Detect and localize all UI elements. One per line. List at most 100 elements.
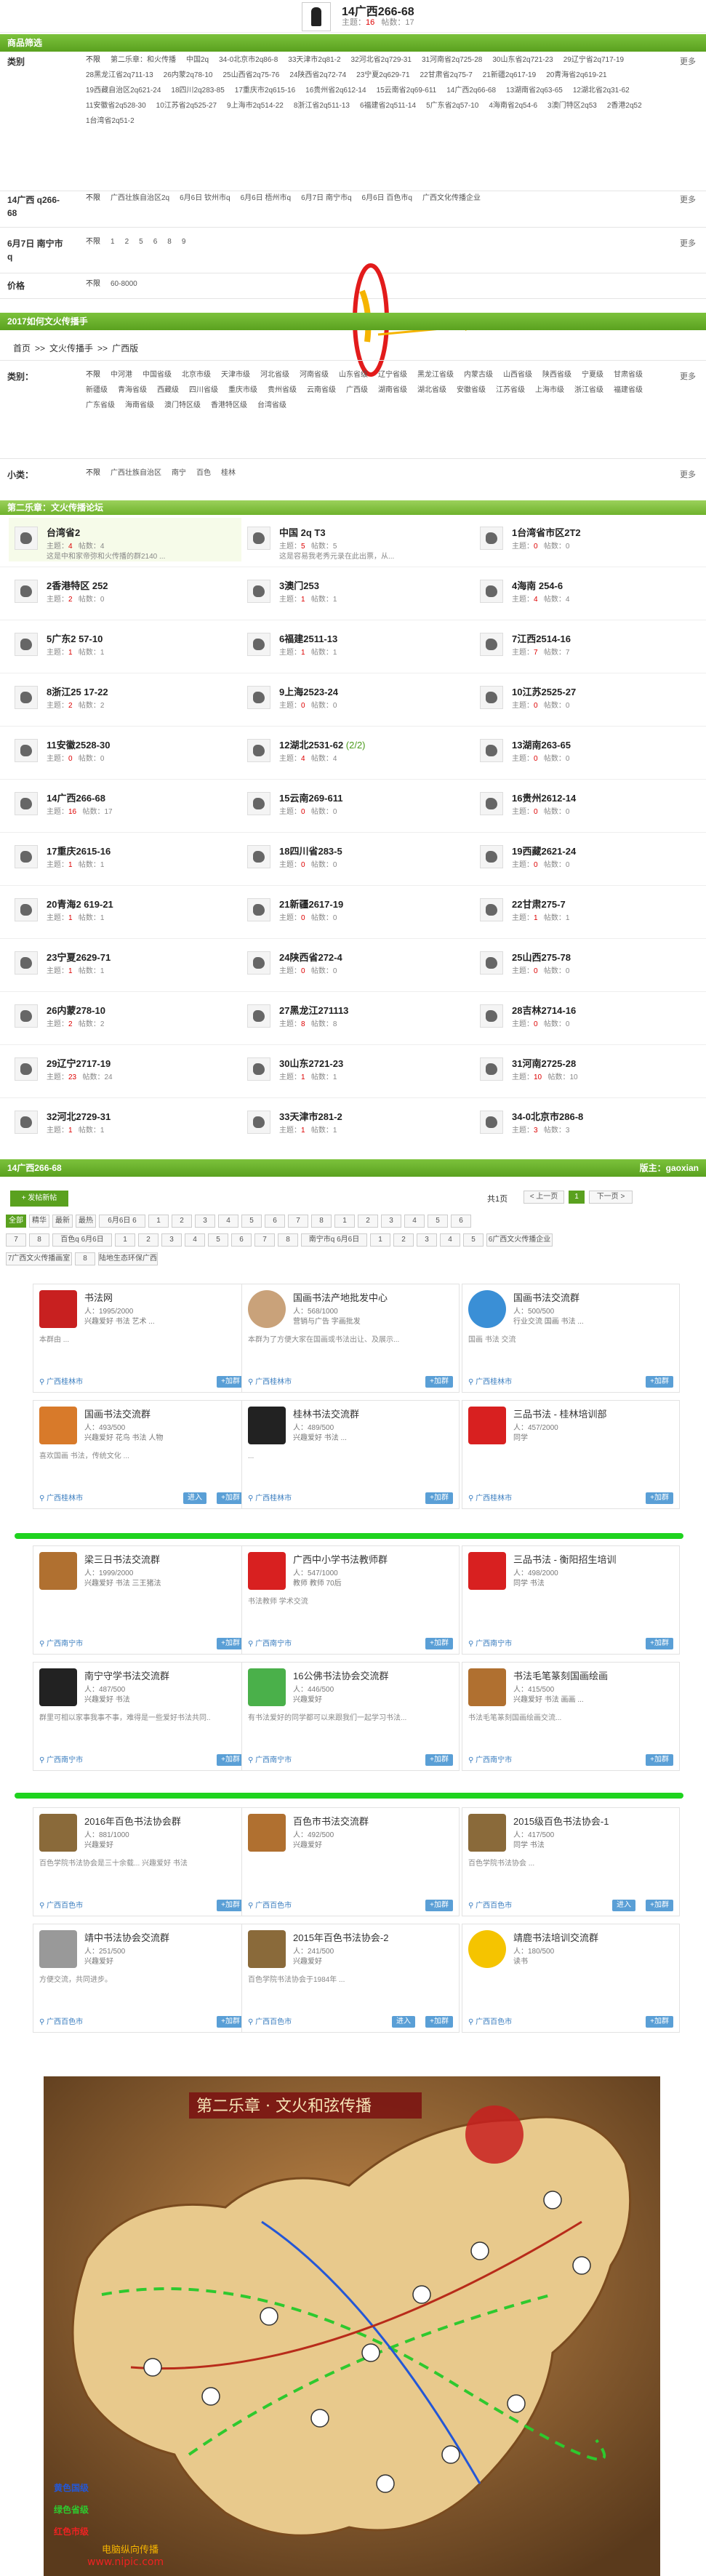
class-option-9[interactable]: 黑龙江省级 bbox=[417, 368, 454, 383]
forum-name[interactable]: 23宁夏2629-71 bbox=[47, 950, 111, 964]
tab2-11[interactable]: 南宁市q 6月6日 bbox=[301, 1233, 367, 1247]
class-option-16[interactable]: 青海省级 bbox=[118, 383, 147, 398]
tab2-7[interactable]: 5 bbox=[208, 1233, 228, 1247]
tab2-13[interactable]: 2 bbox=[393, 1233, 414, 1247]
tab-6[interactable]: 2 bbox=[172, 1215, 192, 1228]
forum-item[interactable]: 24陕西省272-4 主题：0 帖数：0 bbox=[241, 943, 474, 986]
forum-item[interactable]: 16贵州2612-14 主题：0 帖数：0 bbox=[474, 783, 706, 827]
group-name[interactable]: 百色市书法交流群 bbox=[293, 1814, 369, 1828]
tab-2[interactable]: 最新 bbox=[52, 1215, 73, 1228]
region-option-1[interactable]: 广西壮族自治区2q bbox=[111, 191, 169, 206]
category-option-25[interactable]: 11安徽省2q528-30 bbox=[86, 99, 146, 113]
group-name[interactable]: 2015级百色书法协会-1 bbox=[513, 1814, 609, 1828]
date-option-4[interactable]: 6 bbox=[153, 235, 158, 249]
group-name[interactable]: 梁三日书法交流群 bbox=[84, 1552, 160, 1566]
category-option-3[interactable]: 34-0北京市2q86-8 bbox=[219, 53, 278, 68]
forum-name[interactable]: 34-0北京市286-8 bbox=[512, 1109, 583, 1123]
class-option-22[interactable]: 广西级 bbox=[346, 383, 368, 398]
group-name[interactable]: 国画书法交流群 bbox=[513, 1290, 579, 1304]
price-option-1[interactable]: 60-8000 bbox=[111, 277, 137, 292]
forum-name[interactable]: 6福建2511-13 bbox=[279, 631, 337, 645]
tab2-14[interactable]: 3 bbox=[417, 1233, 437, 1247]
group-card[interactable]: 16公佛书法协会交流群 人：446/500 兴趣爱好 有书法爱好的同学都可以来跟我们一… bbox=[241, 1662, 460, 1771]
class-option-24[interactable]: 湖北省级 bbox=[417, 383, 446, 398]
forum-item[interactable]: 34-0北京市286-8 主题：3 帖数：3 bbox=[474, 1102, 706, 1145]
tab-10[interactable]: 6 bbox=[265, 1215, 285, 1228]
class-option-26[interactable]: 江苏省级 bbox=[496, 383, 525, 398]
tab-16[interactable]: 4 bbox=[404, 1215, 425, 1228]
current-page[interactable]: 1 bbox=[569, 1191, 585, 1204]
forum-name[interactable]: 15云南269-611 bbox=[279, 791, 342, 804]
forum-item[interactable]: 11安徽2528-30 主题：0 帖数：0 bbox=[9, 730, 241, 774]
group-name[interactable]: 靖鹿书法培训交流群 bbox=[513, 1930, 598, 1944]
class-option-8[interactable]: 辽宁省级 bbox=[378, 368, 407, 383]
date-option-1[interactable]: 1 bbox=[111, 235, 115, 249]
forum-name[interactable]: 33天津市281-2 bbox=[279, 1109, 342, 1123]
forum-name[interactable]: 20青海2 619-21 bbox=[47, 897, 113, 911]
forum-name[interactable]: 32河北2729-31 bbox=[47, 1109, 111, 1123]
tab2-17[interactable]: 6广西文火传播企业 bbox=[486, 1233, 553, 1247]
forum-item[interactable]: 1台湾省市区2T2 主题：0 帖数：0 bbox=[474, 518, 706, 561]
category-option-8[interactable]: 29辽宁省2q717-19 bbox=[563, 53, 624, 68]
forum-item[interactable]: 25山西275-78 主题：0 帖数：0 bbox=[474, 943, 706, 986]
join-button[interactable]: +加群 bbox=[425, 1754, 453, 1766]
join-button[interactable]: +加群 bbox=[646, 1376, 673, 1388]
date-option-2[interactable]: 2 bbox=[125, 235, 129, 249]
group-card[interactable]: 2016年百色书法协会群 人：881/1000 兴趣爱好 百色学院书法协会是三十余载.… bbox=[33, 1807, 251, 1916]
join-button[interactable]: +加群 bbox=[425, 1492, 453, 1504]
forum-item[interactable]: 31河南2725-28 主题：10 帖数：10 bbox=[474, 1049, 706, 1092]
category-option-4[interactable]: 33天津市2q81-2 bbox=[288, 53, 340, 68]
tab3-1[interactable]: 8 bbox=[75, 1252, 95, 1265]
tab-0[interactable]: 全部 bbox=[6, 1215, 26, 1228]
forum-item[interactable]: 29辽宁2717-19 主题：23 帖数：24 bbox=[9, 1049, 241, 1092]
group-card[interactable]: 百色市书法交流群 人：492/500 兴趣爱好 ⚲ 广西百色市 +加群 bbox=[241, 1807, 460, 1916]
join-button[interactable]: +加群 bbox=[425, 1376, 453, 1388]
category-option-2[interactable]: 中国2q bbox=[186, 53, 209, 68]
join-button[interactable]: +加群 bbox=[646, 1900, 673, 1911]
group-card[interactable]: 靖鹿书法培训交流群 人：180/500 读书 ⚲ 广西百色市 +加群 bbox=[462, 1924, 680, 2033]
class-option-15[interactable]: 新疆级 bbox=[86, 383, 108, 398]
forum-name[interactable]: 25山西275-78 bbox=[512, 950, 571, 964]
category-option-34[interactable]: 1台湾省2q51-2 bbox=[86, 114, 135, 129]
group-card[interactable]: 广西中小学书法教师群 人：547/1000 教师 教师 70后 书法教师 学术交流 ⚲ … bbox=[241, 1545, 460, 1655]
more-button[interactable]: 更多 bbox=[680, 193, 696, 205]
category-option-18[interactable]: 18四川2q283-85 bbox=[171, 84, 224, 98]
class-option-1[interactable]: 中河港 bbox=[111, 368, 132, 383]
price-option-0[interactable]: 不限 bbox=[86, 277, 100, 292]
class-option-5[interactable]: 河北省级 bbox=[260, 368, 289, 383]
category-option-13[interactable]: 23宁夏2q629-71 bbox=[356, 68, 409, 83]
group-card[interactable]: 三品书法 - 桂林培训部 人：457/2000 同学 ⚲ 广西桂林市 +加群 bbox=[462, 1400, 680, 1509]
group-card[interactable]: 书法毛笔篆刻国画绘画 人：415/500 兴趣爱好 书法 画画 ... 书法毛笔篆刻国… bbox=[462, 1662, 680, 1771]
class-option-28[interactable]: 浙江省级 bbox=[574, 383, 603, 398]
join-button[interactable]: +加群 bbox=[217, 1638, 244, 1649]
forum-name[interactable]: 7江西2514-16 bbox=[512, 631, 571, 645]
tab-11[interactable]: 7 bbox=[288, 1215, 308, 1228]
tab2-2[interactable]: 百色q 6月6日 bbox=[52, 1233, 112, 1247]
group-name[interactable]: 南宁守学书法交流群 bbox=[84, 1668, 169, 1682]
forum-name[interactable]: 29辽宁2717-19 bbox=[47, 1056, 111, 1070]
class-option-14[interactable]: 甘肃省级 bbox=[614, 368, 643, 383]
next-page-button[interactable]: 下一页 > bbox=[589, 1191, 633, 1204]
more-button[interactable]: 更多 bbox=[680, 468, 696, 480]
tab-5[interactable]: 1 bbox=[148, 1215, 169, 1228]
tab2-0[interactable]: 7 bbox=[6, 1233, 26, 1247]
category-option-21[interactable]: 15云南省2q69-611 bbox=[377, 84, 437, 98]
category-option-12[interactable]: 24陕西省2q72-74 bbox=[289, 68, 346, 83]
forum-item[interactable]: 4海南 254-6 主题：4 帖数：4 bbox=[474, 571, 706, 615]
group-card[interactable]: 2015级百色书法协会-1 人：417/500 同学 书法 百色学院书法协会 ... ⚲… bbox=[462, 1807, 680, 1916]
tab-18[interactable]: 6 bbox=[451, 1215, 471, 1228]
class-option-27[interactable]: 上海市级 bbox=[535, 383, 564, 398]
category-option-5[interactable]: 32河北省2q729-31 bbox=[351, 53, 412, 68]
category-option-7[interactable]: 30山东省2q721-23 bbox=[492, 53, 553, 68]
forum-item[interactable]: 22甘肃275-7 主题：1 帖数：1 bbox=[474, 889, 706, 933]
forum-item[interactable]: 中国 2q T3 主题：5 帖数：5 这是容易我老秀元录在此出票，从... bbox=[241, 518, 474, 561]
group-name[interactable]: 16公佛书法协会交流群 bbox=[293, 1668, 388, 1682]
category-option-11[interactable]: 25山西省2q75-76 bbox=[222, 68, 279, 83]
forum-name[interactable]: 30山东2721-23 bbox=[279, 1056, 343, 1070]
subclass-option-4[interactable]: 桂林 bbox=[221, 466, 236, 481]
category-option-10[interactable]: 26内蒙2q78-10 bbox=[164, 68, 213, 83]
join-button[interactable]: +加群 bbox=[425, 2016, 453, 2028]
group-card[interactable]: 靖中书法协会交流群 人：251/500 兴趣爱好 方便交流，共同进步。 ⚲ 广西百色市 +… bbox=[33, 1924, 251, 2033]
group-card[interactable]: 南宁守学书法交流群 人：487/500 兴趣爱好 书法 群里可相以家事我事不事，难得是… bbox=[33, 1662, 251, 1771]
region-option-5[interactable]: 6月6日 百色市q bbox=[362, 191, 412, 206]
